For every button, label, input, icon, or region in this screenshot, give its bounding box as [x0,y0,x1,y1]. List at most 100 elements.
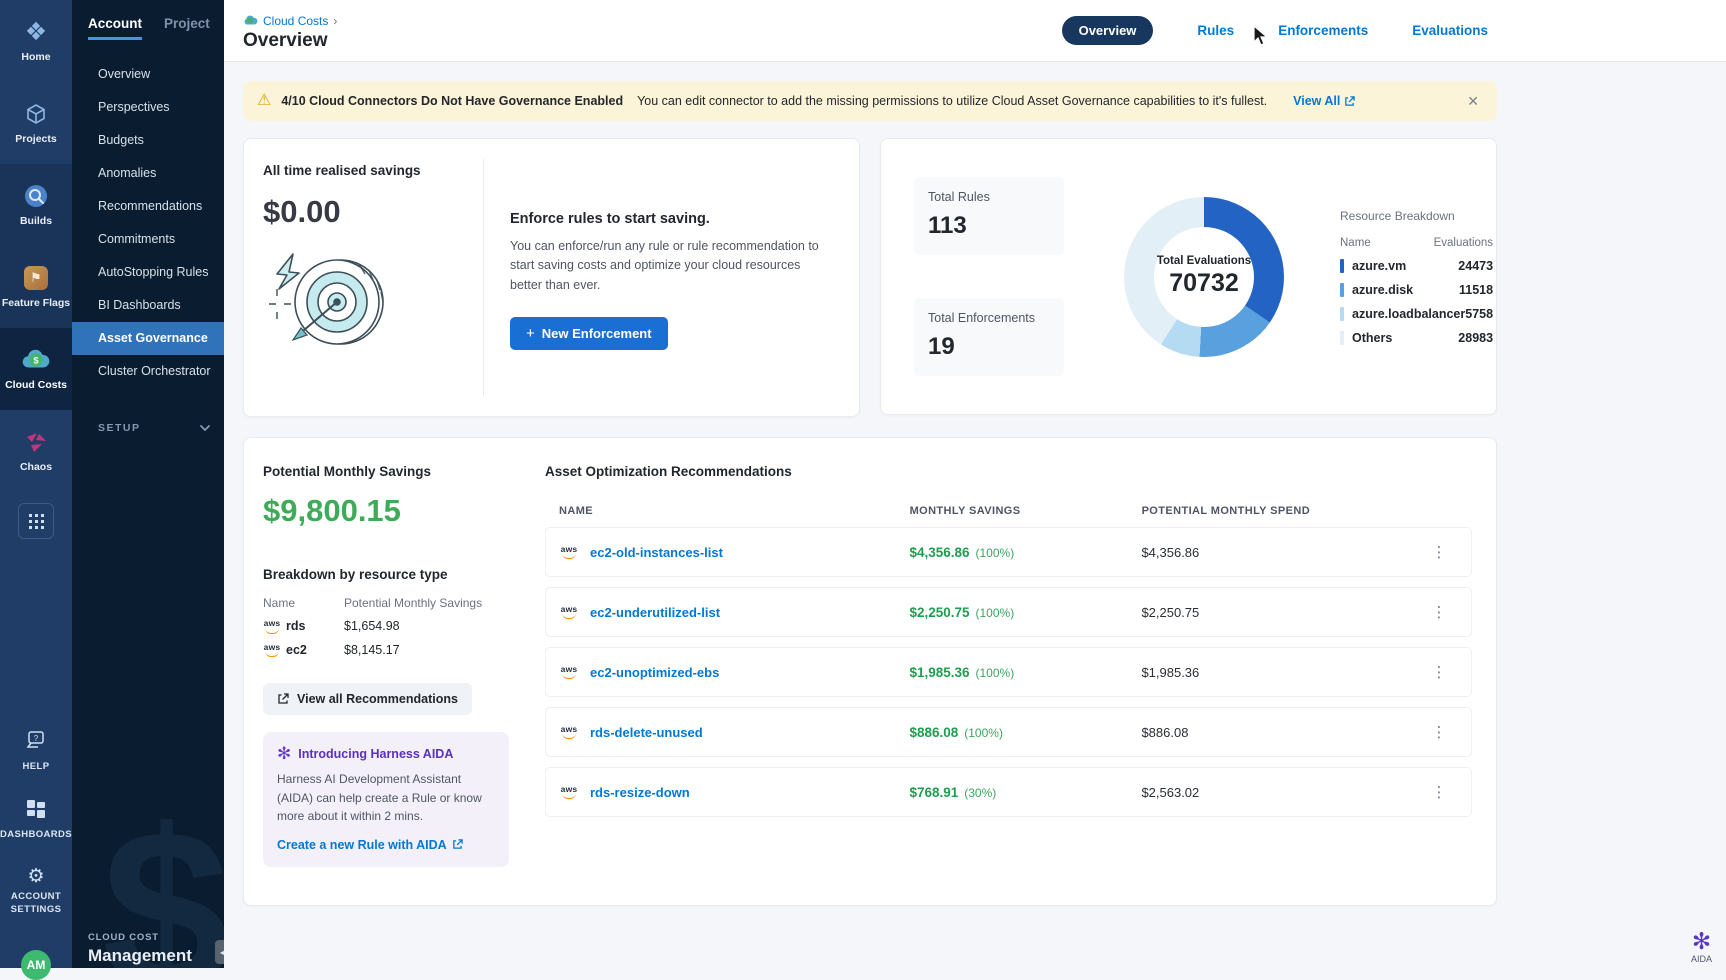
legend-value: 28983 [1458,331,1493,345]
legend-col-evaluations: Evaluations [1434,237,1493,249]
sidebar-item-anomalies[interactable]: Anomalies [72,157,224,190]
swatch-azure-loadbalancer [1340,307,1344,321]
sidebar-item-bi-dashboards[interactable]: BI Dashboards [72,289,224,322]
kebab-menu-icon[interactable]: ⋮ [1421,723,1457,741]
asset-optimization-panel: Asset Optimization Recommendations NAME … [545,464,1472,881]
kebab-menu-icon[interactable]: ⋮ [1421,603,1457,621]
sidebar-item-autostopping-rules[interactable]: AutoStopping Rules [72,256,224,289]
potential-savings-title: Potential Monthly Savings [263,464,515,479]
external-link-icon [1344,96,1355,107]
rail-label: Feature Flags [2,297,70,309]
monthly-saving: $1,985.36 [909,665,969,680]
tab-project[interactable]: Project [164,16,210,40]
resource-breakdown-legend: Resource Breakdown Name Evaluations azur… [1340,209,1493,345]
external-link-icon [452,839,463,850]
table-row: aws ec2-old-instances-list $4,356.86(100… [545,527,1472,577]
breakdown-table: Name Potential Monthly Savings aws rds $… [263,596,515,657]
main-area: Cloud Costs › Overview Overview Rules En… [224,0,1726,968]
realised-savings-card: All time realised savings $0.00 [243,138,860,417]
saving-percent: (100%) [976,606,1015,620]
aida-fab-label: AIDA [1691,954,1712,964]
resource-savings: $1,654.98 [344,619,400,633]
monthly-saving: $4,356.86 [909,545,969,560]
sidebar-item-perspectives[interactable]: Perspectives [72,91,224,124]
rail-item-home[interactable]: ❖ Home [0,0,72,82]
aida-promo-card: ✻ Introducing Harness AIDA Harness AI De… [263,732,509,867]
tab-overview[interactable]: Overview [1062,16,1154,45]
potential-spend: $1,985.36 [1141,665,1421,680]
saving-percent: (100%) [976,546,1015,560]
rail-item-chaos[interactable]: Chaos [0,410,72,492]
potential-spend: $886.08 [1141,725,1421,740]
rule-link[interactable]: rds-resize-down [590,785,690,800]
header-name: NAME [559,505,910,517]
kebab-menu-icon[interactable]: ⋮ [1421,783,1457,801]
evaluations-stats-card: Total Rules 113 Total Enforcements 19 To… [880,138,1497,415]
new-enforcement-button[interactable]: + New Enforcement [510,317,668,350]
donut-center-label: Total Evaluations [1157,255,1251,267]
legend-row: azure.disk 11518 [1340,283,1493,297]
view-all-link[interactable]: View All [1293,94,1355,108]
module-selector-button[interactable] [0,492,72,550]
svg-text:$: $ [33,356,39,366]
sidebar-item-budgets[interactable]: Budgets [72,124,224,157]
sidebar-collapse-button[interactable]: ◀ [215,940,224,964]
realised-savings-value: $0.00 [263,194,483,230]
warning-icon: ⚠ [257,93,271,109]
enforce-body: You can enforce/run any rule or rule rec… [510,237,829,295]
sidebar-item-asset-governance[interactable]: Asset Governance [72,322,224,355]
sidebar-item-commitments[interactable]: Commitments [72,223,224,256]
grid-icon [18,503,54,539]
tab-enforcements[interactable]: Enforcements [1278,23,1368,38]
cloud-icon [243,15,258,26]
potential-spend: $2,250.75 [1141,605,1421,620]
account-settings-button[interactable]: ⚙ ACCOUNT SETTINGS [7,867,65,916]
legend-label: azure.loadbalancer [1352,307,1465,321]
rail-item-builds[interactable]: Builds [0,164,72,246]
resource-name: ec2 [286,643,307,657]
header-potential-spend: POTENTIAL MONTHLY SPEND [1142,505,1422,517]
rule-link[interactable]: ec2-underutilized-list [590,605,720,620]
tab-account[interactable]: Account [88,16,142,40]
rule-link[interactable]: ec2-old-instances-list [590,545,723,560]
view-all-recommendations-button[interactable]: View all Recommendations [263,683,472,715]
legend-label: Others [1352,331,1392,345]
aida-flower-icon: ✻ [1692,930,1711,953]
create-rule-with-aida-link[interactable]: Create a new Rule with AIDA [277,838,463,852]
aida-flower-icon: ✻ [277,745,291,762]
aida-fab-button[interactable]: ✻ AIDA [1691,930,1712,964]
rail-label: Home [21,51,50,63]
help-chat-icon: ? [25,731,47,756]
user-avatar[interactable]: AM [21,950,51,980]
breadcrumb-link[interactable]: Cloud Costs [263,14,328,28]
page-header: Cloud Costs › Overview Overview Rules En… [224,0,1726,62]
swatch-azure-disk [1340,283,1344,297]
rail-label: Cloud Costs [5,379,67,391]
chevron-down-icon [200,425,210,431]
potential-spend: $4,356.86 [1141,545,1421,560]
rail-item-projects[interactable]: Projects [0,82,72,164]
page-content: ⚠ 4/10 Cloud Connectors Do Not Have Gove… [224,62,1497,926]
close-icon[interactable]: ✕ [1463,89,1483,114]
kebab-menu-icon[interactable]: ⋮ [1421,663,1457,681]
rule-link[interactable]: ec2-unoptimized-ebs [590,665,719,680]
help-button[interactable]: ? HELP [23,731,50,773]
sidebar-item-cluster-orchestrator[interactable]: Cluster Orchestrator [72,355,224,388]
rail-label: DASHBOARDS [0,829,72,841]
aws-icon: aws [263,619,281,634]
kebab-menu-icon[interactable]: ⋮ [1421,543,1457,561]
dashboards-button[interactable]: DASHBOARDS [0,799,72,841]
sidebar-item-overview[interactable]: Overview [72,58,224,91]
rule-link[interactable]: rds-delete-unused [590,725,703,740]
rail-item-cloud-costs[interactable]: $ Cloud Costs [0,328,72,410]
total-enforcements-value: 19 [928,333,1050,361]
sidebar-item-recommendations[interactable]: Recommendations [72,190,224,223]
setup-section-toggle[interactable]: SETUP [72,414,224,442]
rail-item-feature-flags[interactable]: ⚑ Feature Flags [0,246,72,328]
table-row: aws ec2-underutilized-list $2,250.75(100… [545,587,1472,637]
tab-rules[interactable]: Rules [1197,23,1234,38]
asset-optimization-title: Asset Optimization Recommendations [545,464,1472,479]
tab-evaluations[interactable]: Evaluations [1412,23,1488,38]
rail-label: ACCOUNT SETTINGS [7,891,65,916]
legend-row: azure.vm 24473 [1340,259,1493,273]
